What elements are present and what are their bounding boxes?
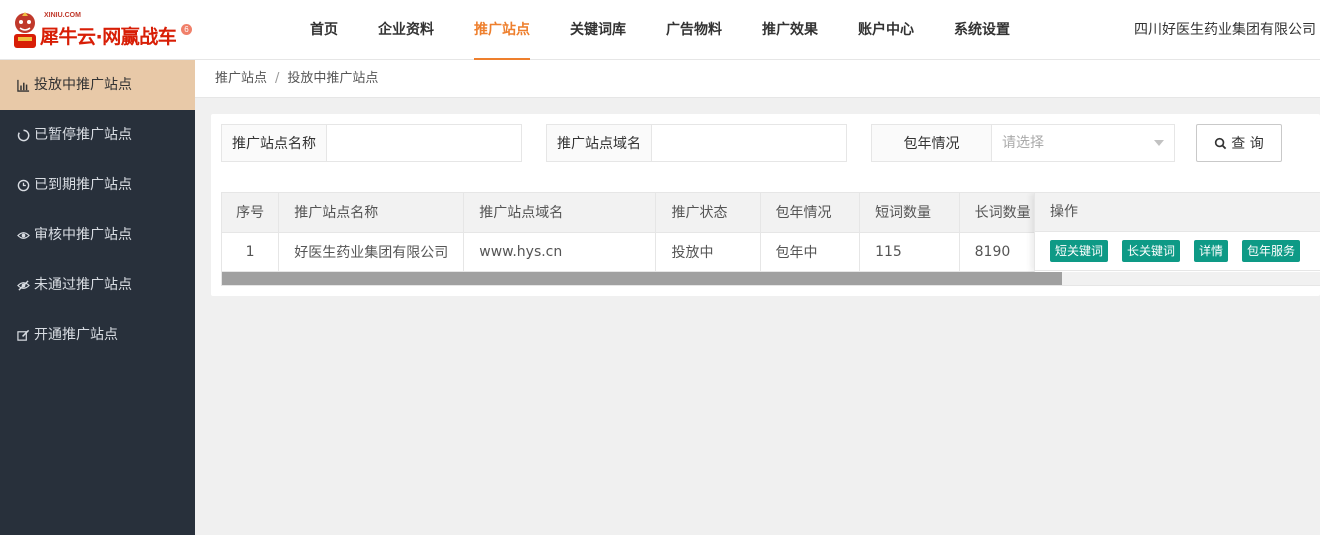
sidebar-item-active-sites[interactable]: 投放中推广站点: [0, 60, 195, 110]
col-header-yearly: 包年情况: [760, 193, 861, 233]
scrollbar-thumb[interactable]: [222, 272, 1062, 285]
top-header: XINIU.COM 犀牛云·网赢战车 6 首页 企业资料 推广站点 关键词库 广…: [0, 0, 1320, 60]
sidebar-item-label: 未通过推广站点: [34, 277, 132, 293]
cell-site-name: 好医生药业集团有限公司: [278, 232, 465, 272]
actions-fixed-column: 操作 短关键词 长关键词 详情 包年服务: [1034, 193, 1320, 272]
search-icon: [1215, 137, 1227, 149]
logo-version-badge: 6: [181, 24, 192, 35]
col-header-status: 推广状态: [655, 193, 761, 233]
col-header-site-domain: 推广站点域名: [463, 193, 657, 233]
horizontal-scrollbar[interactable]: [222, 272, 1320, 285]
sidebar-item-label: 投放中推广站点: [34, 77, 132, 93]
breadcrumb-current: 投放中推广站点: [287, 71, 379, 86]
cell-index: 1: [222, 232, 280, 272]
yearly-filter: 包年情况 请选择: [871, 124, 1175, 162]
cell-site-domain: www.hys.cn: [463, 232, 657, 272]
circle-notch-icon: [16, 128, 30, 142]
sidebar: 投放中推广站点 已暂停推广站点 已到期推广站点 审核中推广站点 未通过推广站点 …: [0, 60, 195, 535]
sidebar-item-reviewing-sites[interactable]: 审核中推广站点: [0, 210, 195, 260]
nav-item-keywords[interactable]: 关键词库: [550, 0, 646, 60]
eye-slash-icon: [16, 278, 30, 292]
nav-item-account-center[interactable]: 账户中心: [838, 0, 934, 60]
company-name[interactable]: 四川好医生药业集团有限公司: [1134, 0, 1316, 60]
eye-icon: [16, 228, 30, 242]
nav-item-ad-materials[interactable]: 广告物料: [646, 0, 742, 60]
yearly-label: 包年情况: [872, 125, 992, 161]
content-card: 推广站点名称 推广站点域名 包年情况 请选择 查 询 序号 推广站点名称 推广站…: [211, 114, 1320, 296]
query-button[interactable]: 查 询: [1196, 124, 1282, 162]
breadcrumb-separator: /: [275, 71, 280, 86]
yearly-select[interactable]: 请选择: [992, 125, 1174, 161]
nav-item-promo-effect[interactable]: 推广效果: [742, 0, 838, 60]
yearly-select-placeholder: 请选择: [1002, 135, 1044, 151]
sidebar-item-label: 已到期推广站点: [34, 177, 132, 193]
breadcrumb-parent[interactable]: 推广站点: [215, 71, 267, 86]
logo-brand-text: 犀牛云·网赢战车: [40, 26, 177, 48]
sidebar-item-expired-sites[interactable]: 已到期推广站点: [0, 160, 195, 210]
nav-item-company-info[interactable]: 企业资料: [358, 0, 454, 60]
chevron-down-icon: [1154, 140, 1164, 146]
bar-chart-icon: [16, 78, 30, 92]
brand-logo[interactable]: XINIU.COM 犀牛云·网赢战车 6: [6, 8, 196, 54]
site-domain-label: 推广站点域名: [547, 125, 652, 161]
main-nav: 首页 企业资料 推广站点 关键词库 广告物料 推广效果 账户中心 系统设置: [290, 0, 1030, 60]
logo-domain-text: XINIU.COM: [44, 12, 81, 19]
col-header-short-count: 短词数量: [859, 193, 960, 233]
rhino-mascot-icon: [14, 12, 36, 48]
col-header-actions: 操作: [1035, 193, 1320, 232]
sidebar-item-paused-sites[interactable]: 已暂停推广站点: [0, 110, 195, 160]
site-name-label: 推广站点名称: [222, 125, 327, 161]
sidebar-item-label: 开通推广站点: [34, 327, 118, 343]
breadcrumb: 推广站点 / 投放中推广站点: [195, 60, 1320, 98]
col-header-index: 序号: [222, 193, 280, 233]
cell-status: 投放中: [655, 232, 761, 272]
cell-short-count: 115: [859, 232, 960, 272]
nav-item-promo-sites[interactable]: 推广站点: [454, 0, 550, 60]
cell-yearly: 包年中: [760, 232, 861, 272]
clock-icon: [16, 178, 30, 192]
sidebar-item-rejected-sites[interactable]: 未通过推广站点: [0, 260, 195, 310]
nav-item-home[interactable]: 首页: [290, 0, 358, 60]
site-name-filter: 推广站点名称: [221, 124, 522, 162]
sidebar-item-label: 审核中推广站点: [34, 227, 132, 243]
site-domain-input[interactable]: [652, 125, 846, 161]
long-keywords-button[interactable]: 长关键词: [1122, 240, 1181, 262]
sites-table: 序号 推广站点名称 推广站点域名 推广状态 包年情况 短词数量 长词数量 1 好…: [221, 192, 1320, 286]
sidebar-item-open-site[interactable]: 开通推广站点: [0, 310, 195, 360]
site-domain-filter: 推广站点域名: [546, 124, 847, 162]
short-keywords-button[interactable]: 短关键词: [1050, 240, 1109, 262]
details-button[interactable]: 详情: [1194, 240, 1229, 262]
actions-cell: 短关键词 长关键词 详情 包年服务: [1035, 232, 1320, 271]
query-button-label: 查 询: [1231, 136, 1264, 152]
site-name-input[interactable]: [327, 125, 521, 161]
col-header-site-name: 推广站点名称: [278, 193, 465, 233]
edit-icon: [16, 328, 30, 342]
yearly-service-button[interactable]: 包年服务: [1242, 240, 1301, 262]
sidebar-item-label: 已暂停推广站点: [34, 127, 132, 143]
nav-item-system-settings[interactable]: 系统设置: [934, 0, 1030, 60]
